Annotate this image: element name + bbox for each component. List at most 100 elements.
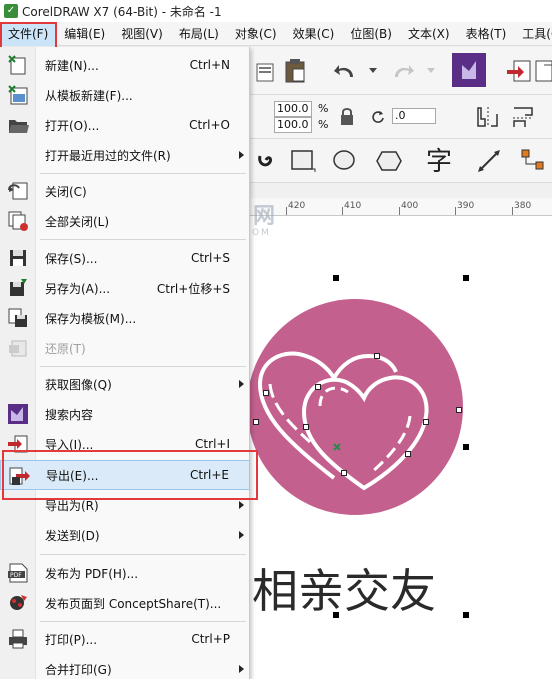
menu-item-new-from-template[interactable]: 从模板新建(F)... xyxy=(0,80,250,110)
selection-handle[interactable] xyxy=(463,612,469,618)
connector-tool-icon[interactable] xyxy=(518,146,548,176)
undo-dropdown-icon[interactable] xyxy=(358,56,388,86)
menu-bar: 文件(F) 编辑(E) 视图(V) 布局(L) 对象(C) 效果(C) 位图(B… xyxy=(0,21,552,46)
path-node[interactable] xyxy=(405,451,411,457)
rectangle-tool-icon[interactable] xyxy=(288,146,318,176)
menu-item-print-merge[interactable]: 合并打印(G) xyxy=(0,654,250,679)
menu-item-open[interactable]: 打开(O)... Ctrl+O xyxy=(0,110,250,140)
menu-item-close[interactable]: 关闭(C) xyxy=(0,176,250,206)
paste-icon[interactable] xyxy=(280,56,310,86)
lock-ratio-icon[interactable] xyxy=(332,102,362,132)
selection-handle[interactable] xyxy=(463,275,469,281)
text-tool-icon[interactable]: 字 xyxy=(424,144,454,177)
new-doc-icon xyxy=(6,54,30,76)
menu-table[interactable]: 表格(T) xyxy=(458,22,515,46)
menu-item-save[interactable]: 保存(S)... Ctrl+S xyxy=(0,243,250,273)
coreldraw-app-icon: ✓ xyxy=(4,4,18,18)
property-bar: 100.0 % 100.0 % .0 xyxy=(250,95,552,139)
selection-handle[interactable] xyxy=(333,275,339,281)
submenu-arrow-icon xyxy=(239,501,244,509)
search-content-icon[interactable] xyxy=(452,53,486,87)
search-content-icon xyxy=(6,403,30,425)
undo-icon[interactable] xyxy=(330,56,360,86)
path-node[interactable] xyxy=(263,390,269,396)
close-doc-icon xyxy=(6,180,30,202)
submenu-arrow-icon xyxy=(239,151,244,159)
path-node[interactable] xyxy=(423,419,429,425)
menu-item-save-as[interactable]: 另存为(A)... Ctrl+位移+S xyxy=(0,273,250,303)
path-node[interactable] xyxy=(456,407,462,413)
ruler-label: 380 xyxy=(514,201,532,211)
path-node[interactable] xyxy=(253,419,259,425)
conceptshare-icon xyxy=(6,592,30,614)
menu-tools[interactable]: 工具(O) xyxy=(514,22,552,46)
menu-item-print[interactable]: 打印(P)... Ctrl+P xyxy=(0,624,250,654)
menu-effects[interactable]: 效果(C) xyxy=(285,22,343,46)
save-template-icon xyxy=(6,307,30,329)
print-icon xyxy=(6,628,30,650)
title-bar: ✓ CorelDRAW X7 (64-Bit) - 未命名 -1 xyxy=(0,0,552,22)
revert-icon xyxy=(6,337,30,359)
svg-text:PDF: PDF xyxy=(10,572,22,579)
file-menu-highlight-box xyxy=(0,22,57,49)
template-new-icon xyxy=(6,84,30,106)
coreldraw-window: ✓ CorelDRAW X7 (64-Bit) - 未命名 -1 文件(F) 编… xyxy=(0,0,552,679)
menu-item-revert: 还原(T) xyxy=(0,333,250,363)
width-scale-field[interactable]: 100.0 xyxy=(274,101,312,117)
menu-item-save-as-template[interactable]: 保存为模板(M)... xyxy=(0,303,250,333)
menu-edit[interactable]: 编辑(E) xyxy=(56,22,113,46)
ruler-label: 400 xyxy=(401,201,419,211)
height-pct-symbol: % xyxy=(318,118,329,131)
path-node[interactable] xyxy=(315,384,321,390)
toolbox-row: 字 xyxy=(250,139,552,183)
menu-item-publish-conceptshare[interactable]: 发布页面到 ConceptShare(T)... xyxy=(0,588,250,618)
menu-bitmaps[interactable]: 位图(B) xyxy=(342,22,400,46)
polygon-tool-icon[interactable] xyxy=(374,146,404,176)
dimension-tool-icon[interactable] xyxy=(474,146,504,176)
redo-dropdown-icon[interactable] xyxy=(416,56,446,86)
toolbar-clipboard-icon[interactable] xyxy=(250,56,280,86)
rotation-angle-field[interactable]: .0 xyxy=(392,108,436,124)
ellipse-tool-icon[interactable] xyxy=(330,146,360,176)
ruler-label: 410 xyxy=(344,201,362,211)
close-all-icon xyxy=(6,210,30,232)
path-node[interactable] xyxy=(303,424,309,430)
pdf-icon: PDF xyxy=(6,562,30,584)
submenu-arrow-icon xyxy=(239,531,244,539)
ruler-label: 390 xyxy=(457,201,475,211)
menu-item-acquire-image[interactable]: 获取图像(Q) xyxy=(0,369,250,399)
ruler-label: 420 xyxy=(288,201,306,211)
rotate-icon xyxy=(368,102,388,132)
path-node[interactable] xyxy=(374,353,380,359)
menu-view[interactable]: 视图(V) xyxy=(113,22,171,46)
menu-layout[interactable]: 布局(L) xyxy=(171,22,227,46)
menu-item-publish-pdf[interactable]: PDF 发布为 PDF(H)... xyxy=(0,558,250,588)
save-as-icon xyxy=(6,277,30,299)
menu-item-new[interactable]: 新建(N)... Ctrl+N xyxy=(0,50,250,80)
menu-separator xyxy=(40,173,246,174)
menu-item-send-to[interactable]: 发送到(D) xyxy=(0,520,250,550)
selection-handle[interactable] xyxy=(463,444,469,450)
menu-item-close-all[interactable]: 全部关闭(L) xyxy=(0,206,250,236)
save-icon xyxy=(6,247,30,269)
height-scale-field[interactable]: 100.0 xyxy=(274,117,312,133)
menu-item-search-content[interactable]: 搜索内容 xyxy=(0,399,250,429)
submenu-arrow-icon xyxy=(239,380,244,388)
mirror-horizontal-icon[interactable] xyxy=(472,102,502,132)
menu-item-open-recent[interactable]: 打开最近用过的文件(R) xyxy=(0,140,250,170)
canvas-heading-text[interactable]: 相亲交友 xyxy=(252,555,436,621)
mirror-vertical-icon[interactable] xyxy=(508,102,538,132)
horizontal-ruler[interactable]: 420 410 400 390 380 xyxy=(250,198,552,216)
menu-separator xyxy=(40,239,246,240)
menu-separator xyxy=(40,554,246,555)
artistic-media-icon[interactable] xyxy=(252,146,282,176)
export-icon[interactable] xyxy=(530,56,552,86)
menu-text[interactable]: 文本(X) xyxy=(400,22,458,46)
menu-separator xyxy=(40,621,246,622)
redo-icon[interactable] xyxy=(388,56,418,86)
menu-separator xyxy=(40,366,246,367)
export-highlight-box xyxy=(2,450,258,500)
path-node[interactable] xyxy=(341,470,347,476)
open-folder-icon xyxy=(6,114,30,136)
menu-object[interactable]: 对象(C) xyxy=(227,22,285,46)
